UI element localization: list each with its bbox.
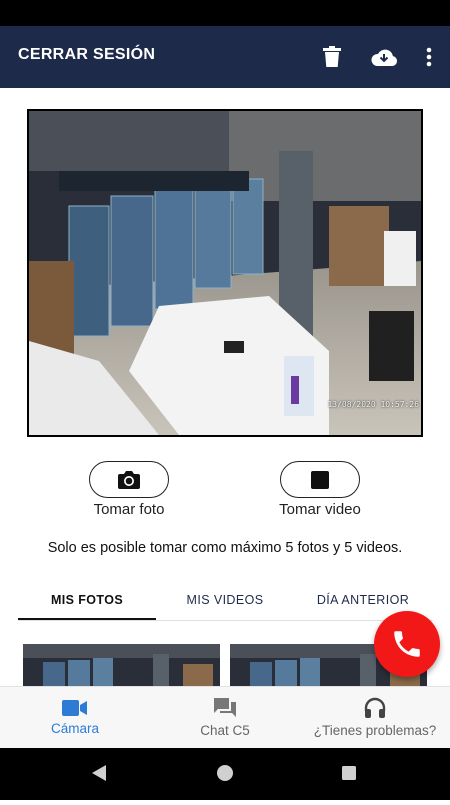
chat-icon (214, 698, 236, 717)
system-nav-bar (0, 748, 450, 800)
media-tabs: MIS FOTOS MIS VIDEOS DÍA ANTERIOR (18, 580, 432, 620)
tab-my-photos[interactable]: MIS FOTOS (18, 580, 156, 620)
tab-label: MIS FOTOS (50, 593, 124, 607)
limit-info-text: Solo es posible tomar como máximo 5 foto… (47, 540, 403, 556)
nav-label: Chat C5 (200, 723, 250, 738)
camera-live-view[interactable]: 13/08/2020 10:57:26 (27, 109, 423, 437)
emergency-call-button[interactable] (374, 611, 440, 677)
cloud-download-icon[interactable] (367, 40, 401, 74)
take-photo-label: Tomar foto (93, 501, 165, 518)
nav-label: ¿Tienes problemas? (313, 723, 437, 738)
videocam-icon (62, 700, 87, 716)
nav-item-camera[interactable]: Cámara (30, 687, 120, 749)
nav-label: Cámara (50, 721, 99, 736)
back-icon (92, 765, 106, 781)
stop-icon (311, 470, 329, 489)
tab-label: DÍA ANTERIOR (316, 593, 410, 607)
camera-scene-illustration (29, 111, 421, 435)
status-bar (0, 0, 450, 26)
bottom-navigation: Cámara Chat C5 ¿Tienes problemas? (0, 686, 450, 749)
take-video-button[interactable] (280, 461, 360, 498)
tab-label: MIS VIDEOS (186, 593, 264, 607)
tabs-divider (18, 620, 432, 621)
more-vert-icon[interactable] (412, 40, 446, 74)
take-video-label: Tomar video (279, 501, 361, 518)
phone-icon (394, 631, 420, 657)
nav-item-help[interactable]: ¿Tienes problemas? (305, 687, 445, 749)
home-icon (217, 765, 233, 781)
app-bar: CERRAR SESIÓN (0, 26, 450, 88)
headset-icon (364, 697, 386, 718)
camera-icon (118, 470, 140, 489)
camera-timestamp: 13/08/2020 10:57:26 (327, 400, 419, 409)
logout-button[interactable]: CERRAR SESIÓN (18, 46, 155, 64)
tab-my-videos[interactable]: MIS VIDEOS (156, 580, 294, 620)
take-photo-button[interactable] (89, 461, 169, 498)
nav-item-chat[interactable]: Chat C5 (180, 687, 270, 749)
recents-icon (342, 766, 356, 780)
trash-icon[interactable] (315, 40, 349, 74)
